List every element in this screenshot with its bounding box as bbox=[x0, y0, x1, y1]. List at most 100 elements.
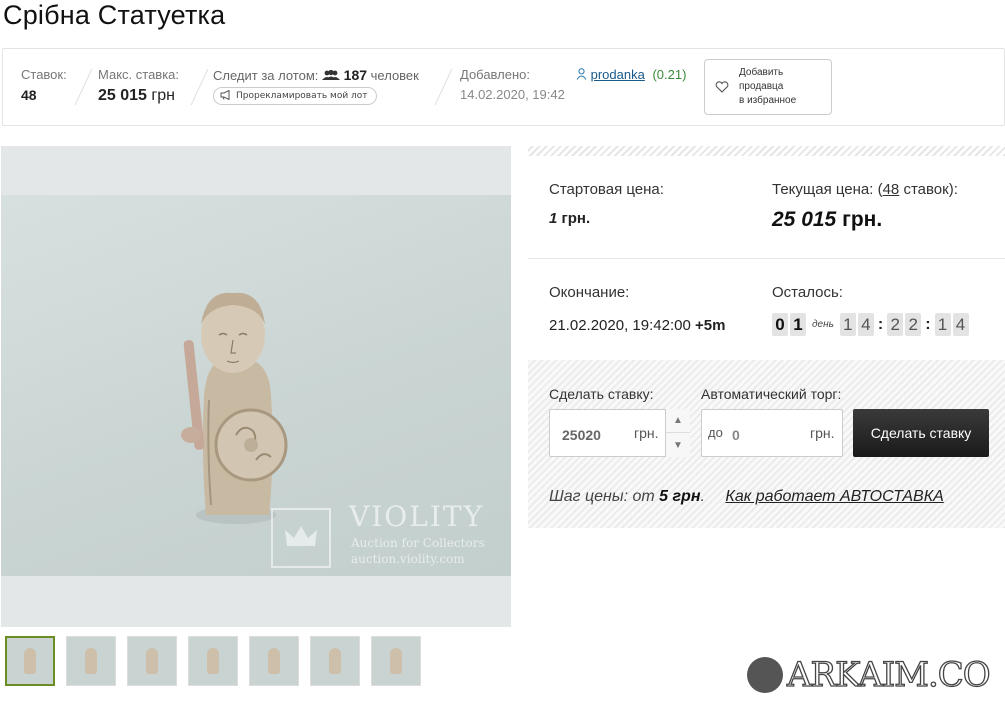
thumbnail-strip bbox=[5, 636, 421, 686]
seller-info: prodanka (0.21) bbox=[576, 67, 686, 82]
user-icon bbox=[576, 67, 591, 82]
countdown-timer: 0 1 день 1 4 : 2 2 : 1 4 bbox=[772, 313, 969, 336]
bid-amount-value: 25020 bbox=[562, 427, 601, 443]
seller-link[interactable]: prodanka bbox=[591, 67, 645, 82]
bid-panel: Сделать ставку: Автоматический торг: 250… bbox=[528, 360, 1005, 528]
watch-suffix: человек bbox=[370, 68, 419, 83]
max-bid-label: Макс. ставка: bbox=[98, 67, 180, 82]
heart-icon bbox=[715, 78, 729, 97]
watch-count: 187 bbox=[343, 67, 368, 83]
thumbnail-figure bbox=[268, 648, 280, 674]
start-price-value: 1 bbox=[549, 210, 558, 227]
logo-circle-icon bbox=[747, 657, 783, 693]
watch-label: Следит за лотом: bbox=[213, 68, 319, 83]
divider bbox=[74, 69, 93, 105]
current-price-block: Текущая цена: (48 ставок): 25 015 грн. bbox=[772, 181, 958, 232]
step-label: Шаг цены: от bbox=[549, 488, 655, 505]
auto-bid-input[interactable]: до 0 грн. bbox=[701, 409, 843, 457]
thumbnail-figure bbox=[390, 648, 402, 674]
users-icon bbox=[322, 68, 344, 83]
max-bid-value: 25 015 bbox=[98, 87, 147, 104]
fav-line-1: Добавить bbox=[739, 67, 784, 78]
start-price-label: Стартовая цена: bbox=[549, 181, 664, 198]
thumbnail-figure bbox=[24, 648, 36, 674]
divider bbox=[434, 69, 453, 105]
current-price-label: Текущая цена: ( bbox=[772, 181, 883, 198]
end-date: 21.02.2020, 19:42:00 bbox=[549, 317, 691, 334]
timer-digit: 1 bbox=[790, 313, 806, 336]
timer-digit: 1 bbox=[839, 313, 856, 336]
end-extension: +5m bbox=[694, 317, 726, 334]
thumbnail-figure bbox=[207, 648, 219, 674]
chevron-up-icon[interactable]: ▲ bbox=[666, 409, 690, 433]
timer-digit: 2 bbox=[887, 313, 904, 336]
current-price-label-post: ставок): bbox=[899, 181, 958, 198]
chevron-down-icon[interactable]: ▼ bbox=[666, 433, 690, 457]
megaphone-icon bbox=[220, 89, 232, 103]
crown-icon bbox=[271, 508, 331, 568]
bid-amount-input[interactable]: 25020 грн. ▲ ▼ bbox=[549, 409, 690, 457]
end-label: Окончание: bbox=[549, 284, 630, 301]
watermark-name: VIOLITY bbox=[349, 500, 485, 533]
lot-info-bar: Ставок: 48 Макс. ставка: 25 015 грн След… bbox=[2, 48, 1005, 126]
timer-digit: 0 bbox=[772, 313, 788, 336]
added-label: Добавлено: bbox=[460, 67, 531, 82]
divider bbox=[190, 69, 209, 105]
bids-history-link[interactable]: 48 bbox=[883, 181, 900, 198]
timer-digit: 1 bbox=[934, 313, 951, 336]
thumbnail[interactable] bbox=[188, 636, 238, 686]
current-price-value: 25 015 bbox=[772, 208, 837, 231]
promote-lot-button[interactable]: Прорекламировать мой лот bbox=[213, 87, 377, 105]
thumbnail[interactable] bbox=[127, 636, 177, 686]
start-price-currency: грн. bbox=[561, 210, 591, 227]
bid-currency: грн. bbox=[634, 425, 659, 441]
add-seller-favorites-button[interactable]: Добавить продавца в избранное bbox=[704, 59, 832, 115]
fav-line-2: продавца bbox=[739, 81, 784, 92]
thumbnail-figure bbox=[146, 648, 158, 674]
auto-bid-label: Автоматический торг: bbox=[701, 386, 842, 402]
timer-colon: : bbox=[925, 315, 931, 333]
step-value: 5 грн bbox=[659, 488, 701, 505]
watermark-sub2: auction.violity.com bbox=[351, 552, 465, 566]
thumbnail[interactable] bbox=[310, 636, 360, 686]
arkaim-logo-text: ARKAIM.CO bbox=[786, 654, 991, 695]
decorative-stripe bbox=[528, 146, 1005, 156]
timer-digit: 4 bbox=[857, 313, 874, 336]
arkaim-logo: ARKAIM.CO bbox=[747, 654, 991, 696]
time-left-label: Осталось: bbox=[772, 284, 843, 301]
timer-colon: : bbox=[877, 315, 884, 333]
place-bid-button[interactable]: Сделать ставку bbox=[853, 409, 989, 457]
timer-day-unit: день bbox=[812, 319, 834, 330]
timer-digit: 2 bbox=[905, 313, 922, 336]
seller-rating: (0.21) bbox=[652, 67, 687, 82]
price-step-line: Шаг цены: от 5 грн. Как работает АВТОСТА… bbox=[549, 488, 944, 505]
main-photo-area[interactable]: VIOLITY Auction for Collectors auction.v… bbox=[1, 146, 511, 627]
autobid-help-link[interactable]: Как работает АВТОСТАВКА bbox=[725, 488, 943, 505]
auto-bid-value: 0 bbox=[732, 427, 740, 443]
end-time-block: Окончание: 21.02.2020, 19:42:00 +5m bbox=[549, 284, 725, 334]
current-price-currency: грн. bbox=[842, 208, 883, 231]
fav-line-3: в избранное bbox=[739, 95, 797, 106]
make-bid-label: Сделать ставку: bbox=[549, 386, 654, 402]
timer-digit: 4 bbox=[952, 313, 969, 336]
bids-value: 48 bbox=[21, 87, 37, 103]
divider bbox=[528, 258, 1005, 259]
bid-stepper[interactable]: ▲ ▼ bbox=[665, 409, 690, 457]
start-price-block: Стартовая цена: 1 грн. bbox=[549, 181, 664, 227]
thumbnail[interactable] bbox=[5, 636, 55, 686]
thumbnail[interactable] bbox=[249, 636, 299, 686]
thumbnail-figure bbox=[329, 648, 341, 674]
thumbnail[interactable] bbox=[66, 636, 116, 686]
auto-bid-currency: грн. bbox=[810, 425, 835, 441]
bids-count-cell: Ставок: 48 bbox=[21, 67, 67, 103]
thumbnail[interactable] bbox=[371, 636, 421, 686]
main-photo[interactable]: VIOLITY Auction for Collectors auction.v… bbox=[1, 195, 511, 576]
added-date: 14.02.2020, 19:42 bbox=[460, 87, 565, 102]
max-bid-cell: Макс. ставка: 25 015 грн bbox=[98, 67, 179, 105]
bids-label: Ставок: bbox=[21, 67, 67, 82]
lot-title: Срібна Статуетка bbox=[3, 0, 226, 30]
promote-label: Прорекламировать мой лот bbox=[236, 91, 368, 101]
thumbnail-figure bbox=[85, 648, 97, 674]
added-cell: Добавлено: 14.02.2020, 19:42 bbox=[460, 67, 565, 102]
watermark-sub1: Auction for Collectors bbox=[351, 536, 485, 550]
